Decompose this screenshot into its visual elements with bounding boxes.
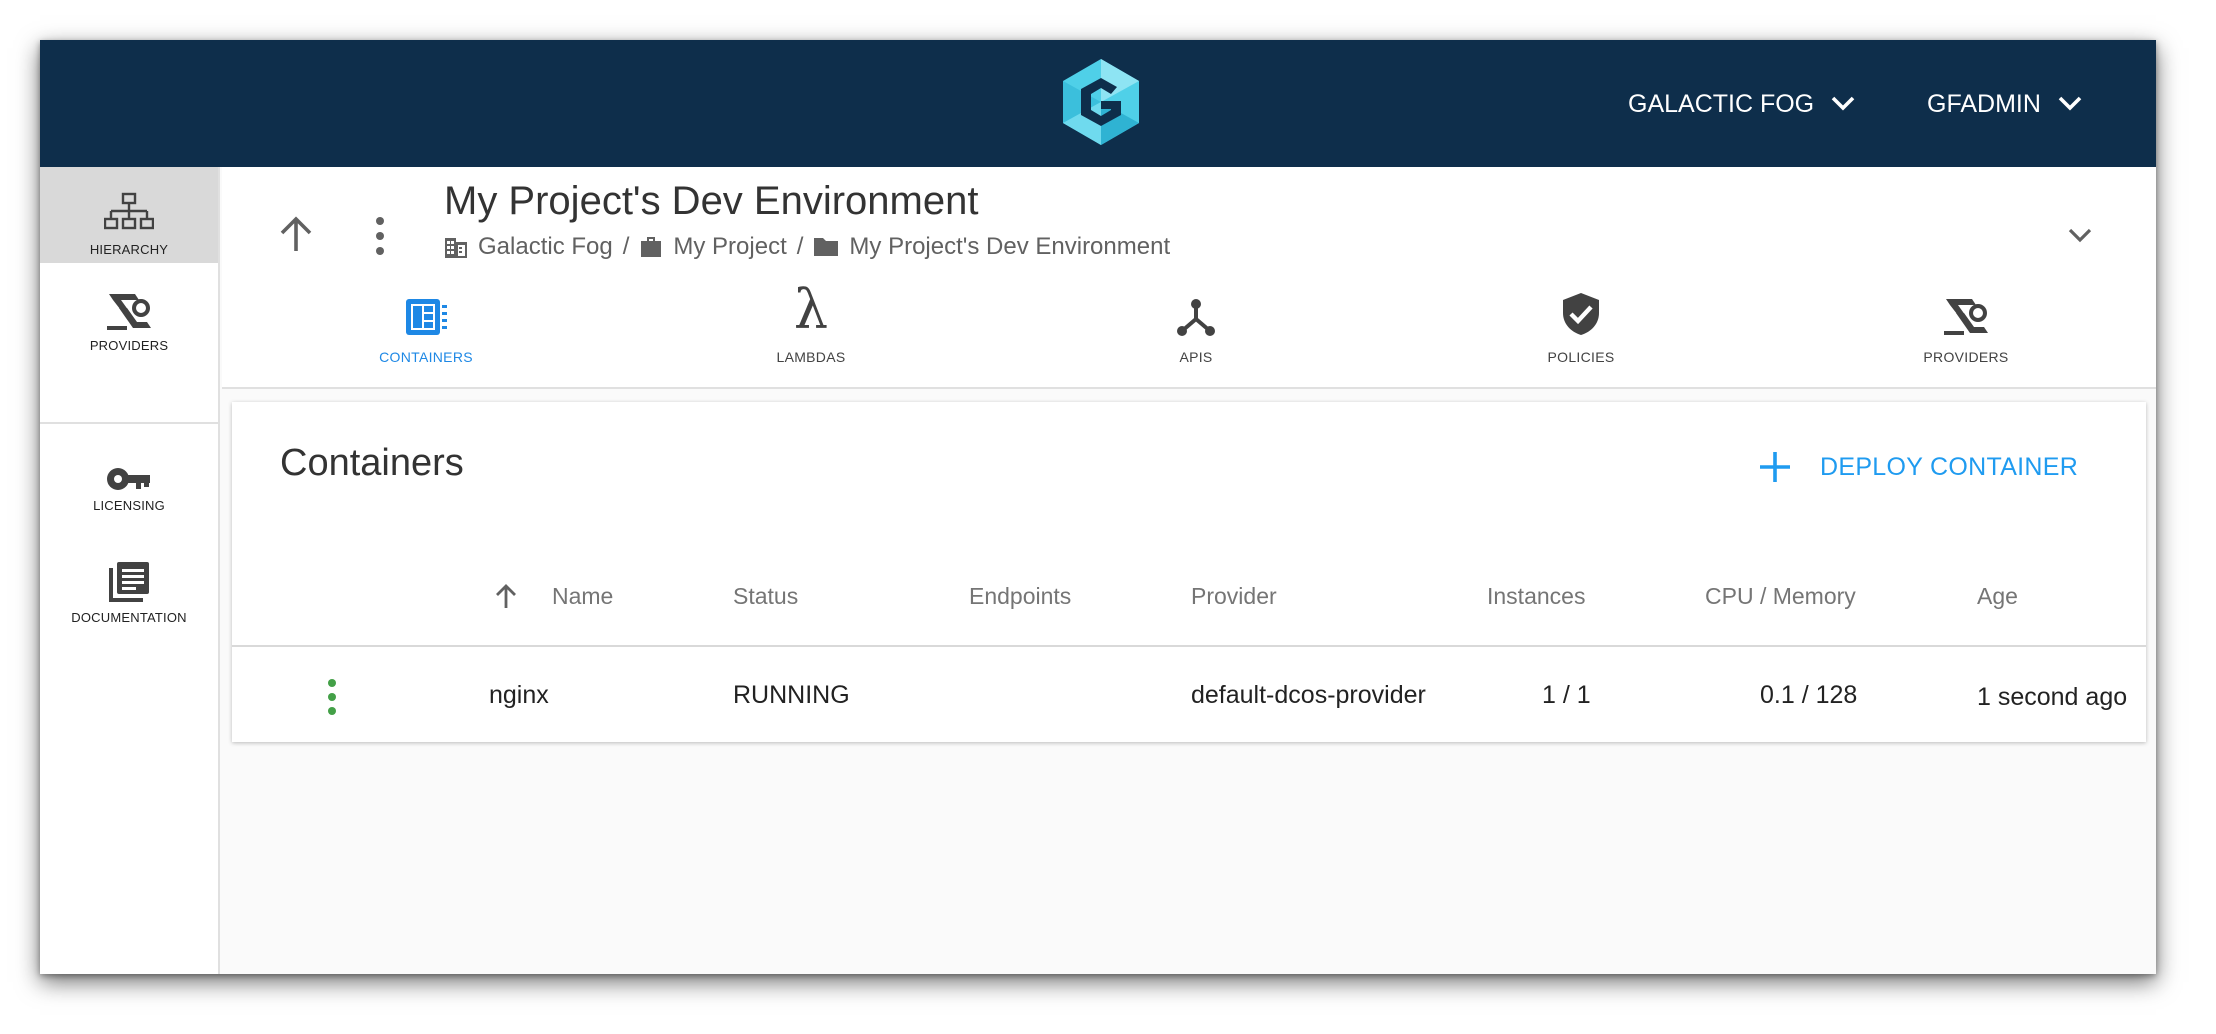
apis-icon <box>1177 299 1215 336</box>
column-header-status[interactable]: Status <box>733 583 798 610</box>
column-header-provider[interactable]: Provider <box>1191 583 1277 610</box>
breadcrumb-label: My Project's Dev Environment <box>849 233 1171 260</box>
briefcase-icon <box>641 237 662 257</box>
more-options-icon[interactable] <box>372 215 388 257</box>
side-navigation: HIERARCHY PROVIDERS LICENSING DOCUMENTAT… <box>40 167 220 974</box>
tab-label: CONTAINERS <box>379 349 473 365</box>
organization-icon <box>445 238 467 258</box>
tab-label: LAMBDAS <box>776 349 846 365</box>
breadcrumb-environment[interactable]: My Project's Dev Environment <box>813 233 1170 261</box>
cell-age: 1 second ago <box>1977 683 2128 711</box>
user-menu[interactable]: GFADMIN <box>1927 84 2083 124</box>
table-row[interactable]: nginx RUNNING default-dcos-provider 1 / … <box>232 649 2146 742</box>
documentation-icon <box>109 562 149 602</box>
breadcrumb-separator: / <box>796 233 804 260</box>
providers-icon <box>1944 299 1988 335</box>
cell-name[interactable]: nginx <box>489 681 549 710</box>
containers-icon <box>406 299 447 335</box>
galactic-fog-logo[interactable] <box>1059 57 1143 147</box>
app-window: GALACTIC FOG GFADMIN HIERARCHY PROVIDERS… <box>40 40 2156 974</box>
tab-label: PROVIDERS <box>1923 349 2009 365</box>
sidenav-item-hierarchy[interactable]: HIERARCHY <box>40 167 218 263</box>
containers-title: Containers <box>280 442 464 484</box>
tab-label: APIS <box>1179 349 1213 365</box>
sort-ascending-icon[interactable] <box>492 583 520 611</box>
breadcrumb-organization[interactable]: Galactic Fog <box>444 233 613 261</box>
chevron-down-icon <box>1831 96 1855 111</box>
tab-providers[interactable]: PROVIDERS <box>1866 277 2066 389</box>
sidenav-item-label: DOCUMENTATION <box>71 610 187 625</box>
cell-status: RUNNING <box>733 681 850 709</box>
column-header-instances[interactable]: Instances <box>1487 583 1585 610</box>
tab-policies[interactable]: POLICIES <box>1481 277 1681 389</box>
cell-instances: 1 / 1 <box>1542 681 1591 709</box>
top-app-bar: GALACTIC FOG GFADMIN <box>40 40 2156 167</box>
table-header: Name Status Endpoints Provider Instances… <box>232 547 2146 647</box>
lambda-icon: λ <box>793 278 829 341</box>
sidenav-item-label: LICENSING <box>93 498 165 513</box>
tab-label: POLICIES <box>1547 349 1615 365</box>
deploy-container-button[interactable]: DEPLOY CONTAINER <box>1758 442 2078 492</box>
key-icon <box>107 468 150 490</box>
plus-icon <box>1760 452 1790 482</box>
containers-card: Containers DEPLOY CONTAINER Name Status … <box>232 402 2146 742</box>
sidenav-item-licensing[interactable]: LICENSING <box>40 425 218 543</box>
sidenav-item-providers[interactable]: PROVIDERS <box>40 263 218 359</box>
user-menu-label: GFADMIN <box>1927 89 2041 118</box>
policy-shield-icon <box>1563 293 1599 335</box>
navigate-up-button[interactable] <box>276 215 316 255</box>
tab-containers[interactable]: CONTAINERS <box>326 277 526 389</box>
chevron-down-icon <box>2058 96 2082 111</box>
column-header-endpoints[interactable]: Endpoints <box>969 583 1071 610</box>
environment-tabs: CONTAINERS λ LAMBDAS APIS POLICIES PROVI… <box>222 277 2156 389</box>
deploy-container-label: DEPLOY CONTAINER <box>1820 452 2079 481</box>
column-header-age[interactable]: Age <box>1977 583 2018 610</box>
sidenav-item-documentation[interactable]: DOCUMENTATION <box>40 543 218 645</box>
tab-lambdas[interactable]: λ LAMBDAS <box>711 277 911 389</box>
tab-apis[interactable]: APIS <box>1096 277 1296 389</box>
hierarchy-icon <box>104 192 154 230</box>
more-options-icon[interactable] <box>324 677 340 717</box>
environment-header: My Project's Dev Environment Galactic Fo… <box>222 167 2156 389</box>
page-title: My Project's Dev Environment <box>444 179 979 223</box>
column-header-name[interactable]: Name <box>552 583 613 610</box>
providers-icon <box>107 294 151 330</box>
breadcrumb-separator: / <box>622 233 630 260</box>
breadcrumb-label: My Project <box>673 233 787 260</box>
sidenav-item-label: PROVIDERS <box>89 338 169 353</box>
column-header-cpu-memory[interactable]: CPU / Memory <box>1705 583 1856 610</box>
breadcrumb: Galactic Fog / My Project / My Project's… <box>444 233 1170 261</box>
breadcrumb-project[interactable]: My Project <box>639 233 787 261</box>
sidenav-item-label: HIERARCHY <box>89 242 169 257</box>
cell-provider: default-dcos-provider <box>1191 681 1426 709</box>
chevron-down-icon[interactable] <box>2060 215 2100 255</box>
sidenav-divider <box>40 422 218 424</box>
breadcrumb-label: Galactic Fog <box>478 233 613 260</box>
cell-cpu-memory: 0.1 / 128 <box>1760 681 1858 709</box>
organization-menu-label: GALACTIC FOG <box>1628 89 1815 118</box>
folder-icon <box>814 238 839 256</box>
organization-menu[interactable]: GALACTIC FOG <box>1628 84 1856 124</box>
